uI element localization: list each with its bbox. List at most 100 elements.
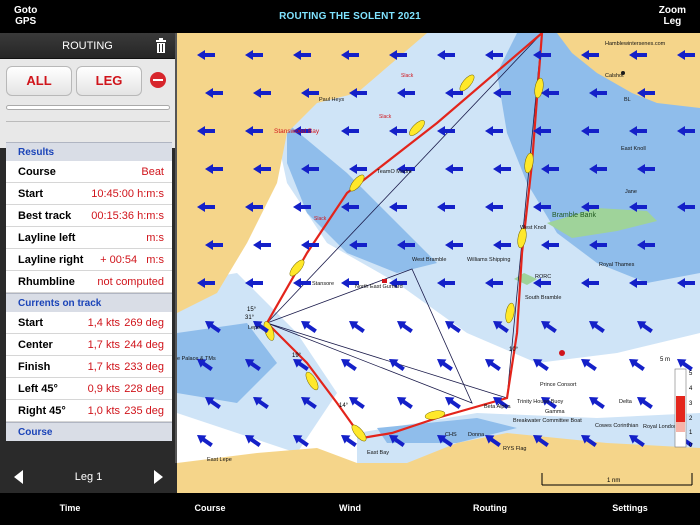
row-label: Best track: [18, 210, 72, 222]
row-value: 00:15:36 h:m:s: [91, 210, 164, 222]
row-label: Layline left: [18, 232, 76, 244]
map-label: Royal Thames: [599, 262, 635, 268]
row-value: + 00:54 m:s: [100, 254, 164, 266]
map-label: Delta: [619, 399, 633, 405]
row-value: m:s: [146, 232, 164, 244]
map-label: RYS Flag: [503, 446, 526, 452]
map-label: Trinity House Buoy: [517, 399, 564, 405]
trash-icon[interactable]: [155, 38, 167, 53]
map-label: West Knoll: [520, 225, 546, 231]
current-label: Right 45°: [18, 405, 66, 417]
remove-icon[interactable]: [150, 72, 166, 88]
map-label: Cowes Corinthian: [595, 423, 638, 429]
map-label: Beta Alpha: [484, 404, 512, 410]
row-course: Course Beat: [6, 161, 172, 183]
tab-settings[interactable]: Settings: [590, 503, 670, 513]
row-best-track: Best track 00:15:36 h:m:s: [6, 205, 172, 227]
map-label: e Palace & TMs: [177, 356, 216, 362]
scale-label: 1 nm: [607, 478, 620, 484]
current-direction: 228 deg: [124, 383, 164, 395]
map-label: East Lepe: [207, 457, 232, 463]
map-label: CHS: [445, 432, 457, 438]
tab-wind[interactable]: Wind: [310, 503, 390, 513]
current-speed: 0,9 kts: [87, 383, 120, 395]
results-section: Results Course Beat Start 10:45:00 h:m:s…: [6, 142, 172, 441]
row-value: 10:45:00 h:m:s: [91, 188, 164, 200]
map-label: Slack: [401, 73, 414, 79]
row-layline-left: Layline left m:s: [6, 227, 172, 249]
angle-label: 19°: [292, 353, 302, 359]
routing-panel: ROUTING ALL LEG Results Course Beat Star…: [0, 33, 177, 493]
map-label: Williams Shipping: [467, 257, 510, 263]
map-label: Paul Heys: [319, 97, 344, 103]
row-label: Start: [18, 188, 44, 200]
results-header: Results: [6, 142, 172, 161]
routing-panel-title: ROUTING: [62, 40, 113, 52]
current-label: Center: [18, 339, 53, 351]
current-speed: 1,0 kts: [87, 405, 120, 417]
map-label: West Bramble: [412, 257, 446, 263]
map-label: East Knoll: [621, 146, 646, 152]
tab-routing[interactable]: Routing: [450, 503, 530, 513]
current-label: Finish: [18, 361, 51, 373]
current-row: Right 45° 1,0 kts 235 deg: [6, 400, 172, 422]
tab-course[interactable]: Course: [170, 503, 250, 513]
routing-panel-header: ROUTING: [0, 33, 175, 59]
row-start: Start 10:45:00 h:m:s: [6, 183, 172, 205]
all-button[interactable]: ALL: [6, 66, 72, 96]
leg-button[interactable]: LEG: [76, 66, 142, 96]
row-value: not computed: [97, 276, 164, 288]
current-direction: 269 deg: [124, 317, 164, 329]
current-direction: 235 deg: [124, 405, 164, 417]
map-label: East Bay: [367, 450, 389, 456]
current-speed: 1,7 kts: [87, 361, 120, 373]
row-layline-right: Layline right + 00:54 m:s: [6, 249, 172, 271]
map-label: Stanswood Bay: [274, 128, 320, 135]
map-label: RORC: [535, 274, 551, 280]
zoom-leg-label-2: Leg: [663, 16, 682, 27]
row-label: Course: [18, 166, 56, 178]
chart-map[interactable]: Hamblewintersenes.com Calshot BL Paul He…: [177, 33, 700, 493]
currents-header: Currents on track: [6, 293, 172, 312]
course-header: Course: [6, 422, 172, 441]
map-label: Jane: [625, 189, 637, 195]
current-speed: 1,7 kts: [87, 339, 120, 351]
map-label: Prince Consort: [540, 382, 577, 388]
nautical-chart[interactable]: Hamblewintersenes.com Calshot BL Paul He…: [177, 33, 700, 493]
current-speed: 1,4 kts: [87, 317, 120, 329]
progress-bar: [6, 105, 170, 110]
top-bar: Goto GPS ROUTING THE SOLENT 2021 Zoom Le…: [0, 0, 700, 33]
depth-unit-label: 5 m: [660, 357, 670, 363]
map-label: Gamma: [545, 409, 566, 415]
angle-label: 15°: [247, 307, 257, 313]
map-label: North East Gurnard: [355, 284, 403, 290]
zoom-leg-button[interactable]: Zoom Leg: [659, 5, 686, 27]
map-label: Breakwater Committee Boat: [513, 418, 582, 424]
angle-label: 10°: [509, 347, 519, 353]
map-label: Slack: [314, 216, 327, 222]
row-label: Rhumbline: [18, 276, 75, 288]
row-label: Layline right: [18, 254, 84, 266]
tab-time[interactable]: Time: [30, 503, 110, 513]
leg-navigator: Leg 1: [0, 463, 177, 493]
next-leg-icon[interactable]: [154, 470, 163, 484]
bottom-tab-bar: Time Course Wind Routing Settings: [0, 493, 700, 525]
map-label: Slack: [379, 114, 392, 120]
angle-label: 14°: [339, 403, 349, 409]
current-label: Start: [18, 317, 44, 329]
map-label: Bramble Bank: [552, 212, 596, 219]
map-label: Donna: [468, 432, 485, 438]
app-title: ROUTING THE SOLENT 2021: [279, 11, 421, 22]
buoy-icon: [382, 279, 387, 283]
current-row: Center 1,7 kts 244 deg: [6, 334, 172, 356]
row-value: Beat: [141, 166, 164, 178]
map-label: BL: [624, 97, 631, 103]
divider: [6, 121, 170, 122]
current-row: Finish 1,7 kts 233 deg: [6, 356, 172, 378]
map-label: South Bramble: [525, 295, 561, 301]
angle-label: 31°: [245, 315, 255, 321]
current-label: Left 45°: [18, 383, 58, 395]
row-rhumbline: Rhumbline not computed: [6, 271, 172, 293]
zoom-leg-label-1: Zoom: [658, 5, 686, 16]
map-label: Stansore: [312, 281, 334, 287]
